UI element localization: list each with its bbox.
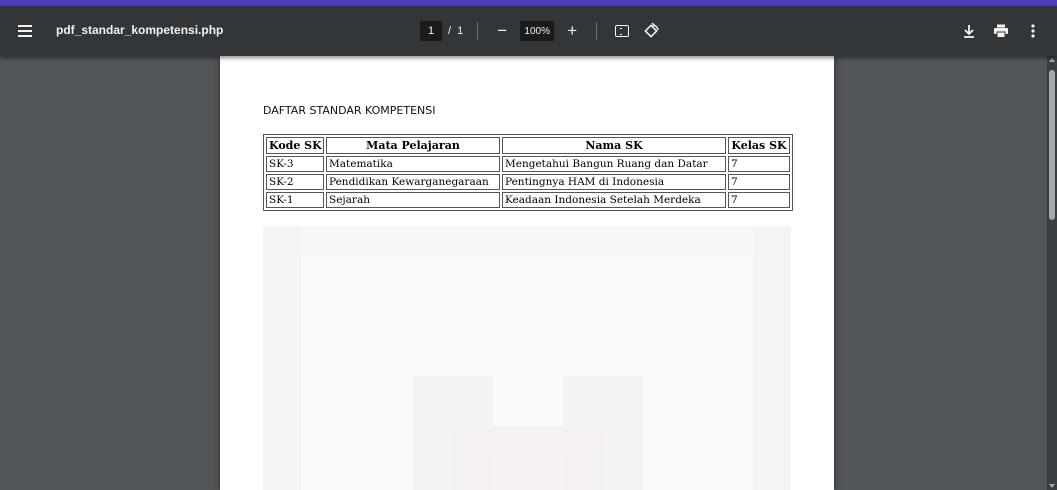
page-zoom-controls: / 1 − + <box>420 19 661 43</box>
scroll-up-arrow-icon[interactable] <box>1049 58 1055 62</box>
table-row: SK-1 Sejarah Keadaan Indonesia Setelah M… <box>266 192 790 208</box>
faded-watermark-image <box>263 226 791 490</box>
cell-kode-sk: SK-3 <box>266 156 324 172</box>
cell-mata-pelajaran: Sejarah <box>326 192 500 208</box>
page-number-input[interactable] <box>420 21 442 41</box>
pdf-page: DAFTAR STANDAR KOMPETENSI Kode SK Mata P… <box>220 56 834 490</box>
scrollbar-thumb[interactable] <box>1049 70 1055 220</box>
header-kode-sk: Kode SK <box>266 137 324 154</box>
cell-kelas-sk: 7 <box>728 174 790 190</box>
document-title: DAFTAR STANDAR KOMPETENSI <box>263 104 436 117</box>
cell-mata-pelajaran: Matematika <box>326 156 500 172</box>
cell-kelas-sk: 7 <box>728 156 790 172</box>
download-icon[interactable] <box>959 21 979 41</box>
header-nama-sk: Nama SK <box>502 137 726 154</box>
toolbar-actions <box>947 21 1043 41</box>
file-name: pdf_standar_kompetensi.php <box>56 23 224 37</box>
pdf-toolbar: pdf_standar_kompetensi.php / 1 − + <box>0 6 1057 56</box>
table-row: SK-2 Pendidikan Kewarganegaraan Pentingn… <box>266 174 790 190</box>
page-separator: / <box>448 25 452 37</box>
more-options-icon[interactable] <box>1023 21 1043 41</box>
toolbar-divider <box>477 22 479 40</box>
zoom-out-button[interactable]: − <box>492 21 512 41</box>
rotate-icon[interactable] <box>643 22 661 40</box>
cell-kelas-sk: 7 <box>728 192 790 208</box>
cell-nama-sk: Keadaan Indonesia Setelah Merdeka <box>502 192 726 208</box>
header-mata-pelajaran: Mata Pelajaran <box>326 137 500 154</box>
page-total: 1 <box>457 25 464 37</box>
menu-icon[interactable] <box>16 21 36 41</box>
fit-page-icon[interactable] <box>615 25 630 37</box>
vertical-scrollbar[interactable] <box>1047 56 1057 490</box>
header-kelas-sk: Kelas SK <box>728 137 790 154</box>
toolbar-divider <box>596 22 598 40</box>
table-row: SK-3 Matematika Mengetahui Bangun Ruang … <box>266 156 790 172</box>
cell-kode-sk: SK-2 <box>266 174 324 190</box>
table-header-row: Kode SK Mata Pelajaran Nama SK Kelas SK <box>266 137 790 154</box>
print-icon[interactable] <box>991 21 1011 41</box>
cell-mata-pelajaran: Pendidikan Kewarganegaraan <box>326 174 500 190</box>
cell-nama-sk: Mengetahui Bangun Ruang dan Datar <box>502 156 726 172</box>
cell-nama-sk: Pentingnya HAM di Indonesia <box>502 174 726 190</box>
zoom-in-button[interactable]: + <box>562 21 582 41</box>
zoom-level-input[interactable] <box>520 21 555 41</box>
scroll-down-arrow-icon[interactable] <box>1049 484 1055 488</box>
cell-kode-sk: SK-1 <box>266 192 324 208</box>
competency-table: Kode SK Mata Pelajaran Nama SK Kelas SK … <box>263 134 793 211</box>
